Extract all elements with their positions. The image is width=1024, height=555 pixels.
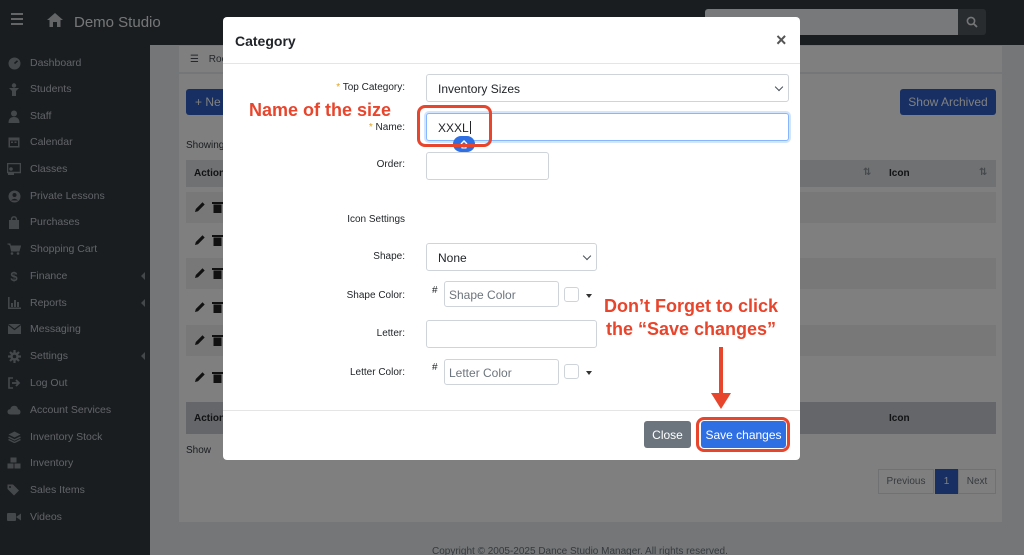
icon-settings-heading: Icon Settings: [347, 214, 405, 225]
chevron-down-icon: [774, 82, 784, 92]
annotation-name-highlight: [417, 105, 492, 147]
letter-input[interactable]: [426, 320, 597, 348]
letter-color-label: Letter Color:: [349, 367, 405, 378]
shape-label: Shape:: [373, 251, 405, 262]
name-label-text: Name:: [375, 122, 405, 133]
order-input[interactable]: [426, 152, 549, 180]
modal-header-divider: [223, 63, 800, 64]
caret-down-icon[interactable]: [586, 294, 592, 298]
top-category-value: Inventory Sizes: [438, 82, 521, 96]
modal-title: Category: [235, 33, 296, 49]
top-category-select[interactable]: Inventory Sizes: [426, 74, 789, 102]
shape-color-placeholder: Shape Color: [449, 288, 516, 302]
shape-color-label: Shape Color:: [346, 290, 405, 301]
hash-symbol: #: [432, 362, 438, 373]
letter-color-swatch[interactable]: [564, 364, 579, 379]
annotation-arrow-head-icon: [711, 393, 731, 409]
annotation-save-highlight: [696, 417, 790, 452]
caret-down-icon[interactable]: [586, 371, 592, 375]
letter-label: Letter:: [376, 328, 405, 339]
shape-color-swatch[interactable]: [564, 287, 579, 302]
annotation-save-note: Don’t Forget to click the “Save changes”: [593, 295, 789, 341]
shape-select[interactable]: None: [426, 243, 597, 271]
close-button[interactable]: Close: [644, 421, 691, 448]
name-label: * Name:: [343, 122, 405, 133]
letter-color-input[interactable]: Letter Color: [444, 359, 559, 385]
top-category-label-text: Top Category:: [342, 82, 405, 93]
required-mark: *: [368, 122, 373, 133]
close-icon[interactable]: ×: [776, 30, 787, 51]
annotation-save-note-line1: Don’t Forget to click: [603, 296, 778, 316]
annotation-name-note: Name of the size: [249, 100, 392, 120]
modal-footer-divider: [223, 410, 800, 411]
letter-color-placeholder: Letter Color: [449, 366, 512, 380]
annotation-arrow: [719, 347, 723, 395]
top-category-label: * Top Category:: [313, 82, 405, 93]
annotation-save-note-line2: the “Save changes”: [605, 319, 777, 339]
required-mark: *: [336, 82, 341, 93]
hash-symbol: #: [432, 285, 438, 296]
order-label: Order:: [376, 159, 405, 170]
shape-value: None: [438, 251, 467, 265]
chevron-down-icon: [582, 251, 592, 261]
shape-color-input[interactable]: Shape Color: [444, 281, 559, 307]
